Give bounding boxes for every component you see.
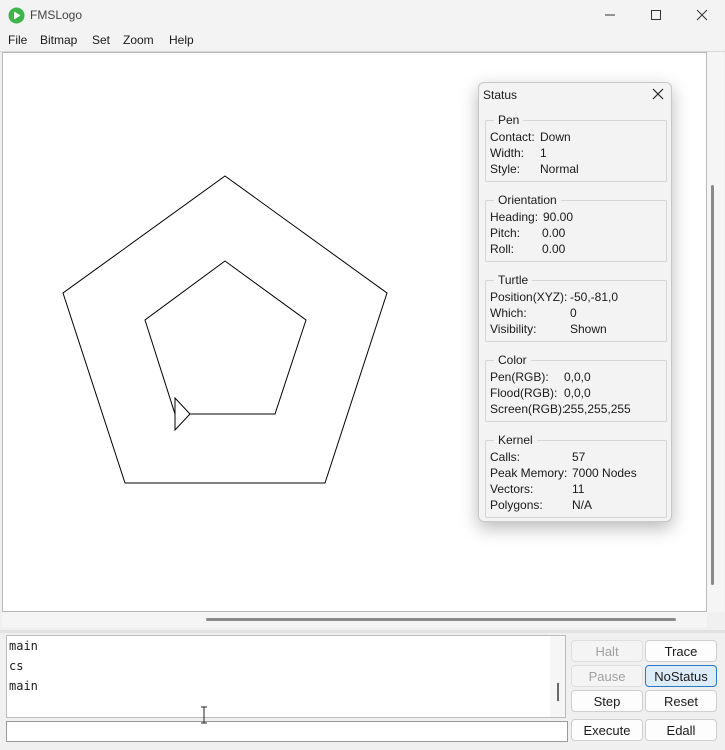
- history-scrollbar[interactable]: [550, 636, 565, 717]
- menu-file[interactable]: File: [8, 33, 27, 47]
- horizontal-scroll-thumb[interactable]: [206, 618, 676, 621]
- status-row: Width: 1: [490, 146, 547, 160]
- history-line[interactable]: cs: [9, 659, 23, 673]
- reset-button[interactable]: Reset: [645, 690, 717, 712]
- row-label: Roll:: [490, 242, 515, 256]
- splitter[interactable]: [0, 630, 725, 633]
- close-button[interactable]: [679, 0, 725, 30]
- step-button[interactable]: Step: [571, 690, 643, 712]
- orientation-group: Orientation Heading: 90.00 Pitch: 0.00 Rol…: [485, 193, 667, 262]
- menu-help[interactable]: Help: [169, 33, 194, 47]
- history-line[interactable]: main: [9, 639, 38, 653]
- status-window-title: Status: [483, 88, 518, 102]
- row-value: 0.00: [542, 226, 566, 240]
- vertical-scrollbar[interactable]: [707, 52, 724, 612]
- row-value: 255,255,255: [564, 402, 631, 416]
- row-label: Style:: [490, 162, 521, 176]
- history-scroll-thumb[interactable]: [557, 683, 559, 701]
- row-value: Normal: [540, 162, 579, 176]
- inner-pentagon: [144, 260, 307, 415]
- command-history[interactable]: main cs main: [6, 635, 566, 718]
- status-row: Flood(RGB): 0,0,0: [490, 386, 591, 400]
- row-value: 0.00: [542, 242, 566, 256]
- halt-button[interactable]: Halt: [571, 640, 643, 662]
- row-value: 90.00: [543, 210, 574, 224]
- status-row: Which: 0: [490, 306, 577, 320]
- maximize-icon: [651, 10, 661, 20]
- group-title: Kernel: [494, 433, 537, 447]
- row-label: Heading:: [490, 210, 539, 224]
- row-label: Position(XYZ):: [490, 290, 568, 304]
- status-row: Visibility: Shown: [490, 322, 607, 336]
- status-row: Pitch: 0.00: [490, 226, 565, 240]
- edall-button[interactable]: Edall: [645, 719, 717, 741]
- maximize-button[interactable]: [633, 0, 679, 30]
- turtle-icon: [174, 396, 191, 432]
- execute-button[interactable]: Execute: [571, 719, 643, 741]
- row-value: 7000 Nodes: [572, 466, 637, 480]
- status-row: Position(XYZ): -50,-81,0: [490, 290, 618, 304]
- window-title: FMSLogo: [30, 8, 83, 22]
- status-row: Roll: 0.00: [490, 242, 565, 256]
- outer-pentagon: [62, 175, 388, 484]
- row-value: 0: [570, 306, 577, 320]
- row-label: Screen(RGB):: [490, 402, 566, 416]
- row-label: Which:: [490, 306, 527, 320]
- minimize-button[interactable]: [587, 0, 633, 30]
- menu-bitmap[interactable]: Bitmap: [40, 33, 77, 47]
- fmslogo-app-icon: [8, 7, 25, 24]
- command-input[interactable]: [6, 721, 568, 742]
- pause-button[interactable]: Pause: [571, 665, 643, 687]
- kernel-group: Kernel Calls: 57 Peak Memory: 7000 Nodes V…: [485, 433, 667, 518]
- row-label: Visibility:: [490, 322, 537, 336]
- row-label: Polygons:: [490, 498, 543, 512]
- row-value: -50,-81,0: [570, 290, 619, 304]
- vertical-scroll-thumb[interactable]: [711, 185, 714, 585]
- row-label: Vectors:: [490, 482, 534, 496]
- row-label: Pitch:: [490, 226, 521, 240]
- row-label: Contact:: [490, 130, 535, 144]
- group-title: Pen: [494, 113, 524, 127]
- trace-button[interactable]: Trace: [645, 640, 717, 662]
- color-group: Color Pen(RGB): 0,0,0 Flood(RGB): 0,0,0 Sc…: [485, 353, 667, 422]
- menu-bar: File Bitmap Set Zoom Help: [0, 30, 725, 52]
- minimize-icon: [605, 14, 615, 16]
- status-window: Status Pen Contact: Down Width: 1 Style: No…: [478, 82, 672, 522]
- status-row: Style: Normal: [490, 162, 579, 176]
- history-line[interactable]: main: [9, 679, 38, 693]
- pen-group: Pen Contact: Down Width: 1 Style: Normal: [485, 113, 667, 182]
- text-cursor-icon: [201, 706, 207, 724]
- row-label: Pen(RGB):: [490, 370, 549, 384]
- row-value: Shown: [570, 322, 607, 336]
- row-label: Calls:: [490, 450, 521, 464]
- status-row: Peak Memory: 7000 Nodes: [490, 466, 637, 480]
- status-row: Calls: 57: [490, 450, 585, 464]
- status-row: Vectors: 11: [490, 482, 584, 496]
- row-value: 0,0,0: [564, 370, 591, 384]
- row-value: Down: [540, 130, 571, 144]
- row-label: Peak Memory:: [490, 466, 568, 480]
- group-title: Color: [494, 353, 531, 367]
- menu-zoom[interactable]: Zoom: [123, 33, 154, 47]
- nostatus-button[interactable]: NoStatus: [645, 665, 717, 687]
- turtle-group: Turtle Position(XYZ): -50,-81,0 Which: 0 V…: [485, 273, 667, 342]
- row-value: 0,0,0: [564, 386, 591, 400]
- row-label: Width:: [490, 146, 525, 160]
- status-row: Heading: 90.00: [490, 210, 573, 224]
- row-value: 11: [572, 482, 585, 496]
- row-label: Flood(RGB):: [490, 386, 558, 400]
- menu-set[interactable]: Set: [92, 33, 110, 47]
- status-row: Screen(RGB): 255,255,255: [490, 402, 631, 416]
- row-value: 1: [540, 146, 547, 160]
- row-value: N/A: [572, 498, 593, 512]
- status-row: Contact: Down: [490, 130, 571, 144]
- row-value: 57: [572, 450, 586, 464]
- close-icon: [696, 9, 708, 21]
- status-row: Polygons: N/A: [490, 498, 592, 512]
- close-icon[interactable]: [651, 87, 665, 101]
- status-row: Pen(RGB): 0,0,0: [490, 370, 591, 384]
- group-title: Orientation: [494, 193, 561, 207]
- group-title: Turtle: [494, 273, 533, 287]
